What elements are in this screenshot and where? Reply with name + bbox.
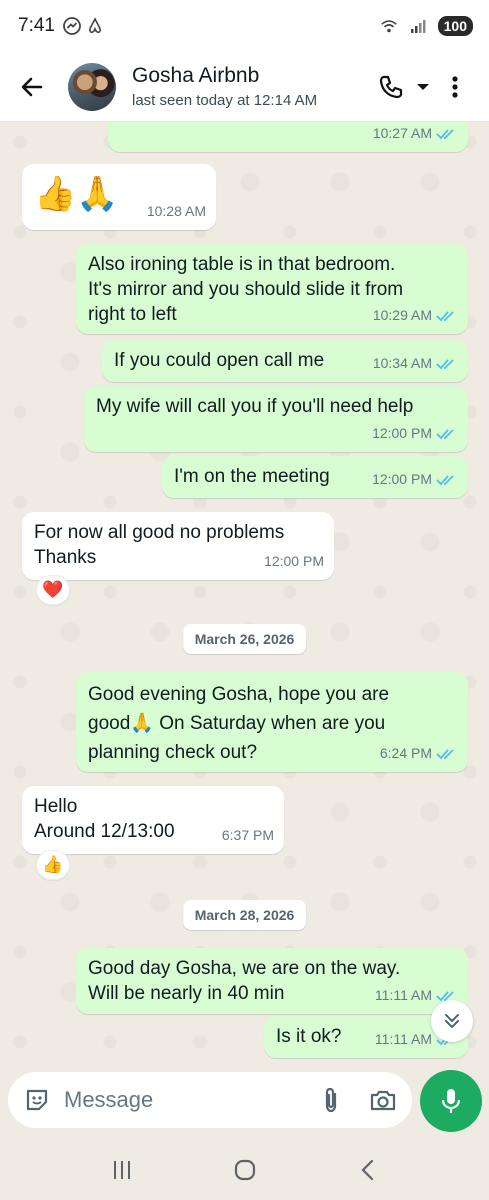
- message-incoming[interactable]: For now all good no problems Thanks 12:0…: [22, 512, 334, 580]
- date-separator: March 26, 2026: [182, 624, 307, 654]
- contact-name: Gosha Airbnb: [132, 63, 260, 87]
- battery-indicator: 100: [437, 16, 473, 36]
- message-outgoing[interactable]: Also ironing table is in that bedroom. I…: [76, 244, 468, 334]
- home-icon: [234, 1159, 255, 1181]
- message-time: 11:11 AM: [374, 987, 432, 1003]
- wifi-icon: [380, 17, 398, 35]
- microphone-icon: [441, 1089, 461, 1113]
- contact-avatar[interactable]: [68, 62, 116, 111]
- message-time: 12:00 PM: [372, 425, 432, 441]
- sticker-icon: [26, 1089, 48, 1111]
- recents-icon: [113, 1161, 130, 1179]
- read-receipt-icon: [436, 127, 458, 141]
- more-vertical-icon: [452, 75, 458, 98]
- status-bar: 7:41 100: [0, 0, 489, 52]
- message-time: 12:00 PM: [264, 553, 324, 569]
- message-text: Hello Around 12/13:00: [34, 796, 175, 842]
- attach-button[interactable]: [316, 1085, 346, 1115]
- message-text: If you could open call me: [114, 350, 325, 371]
- message-reaction[interactable]: 👍: [36, 850, 70, 880]
- system-nav-bar: [0, 1140, 489, 1200]
- read-receipt-icon: [436, 473, 458, 487]
- double-chevron-down-icon: [445, 1014, 459, 1028]
- message-list[interactable]: 10:27 AM 👍🙏 10:28 AM Also ironing table …: [0, 122, 489, 1072]
- message-incoming[interactable]: Hello Around 12/13:00 6:37 PM: [22, 786, 284, 854]
- message-text: Good evening Gosha, hope you are good🙏 O…: [88, 684, 390, 763]
- message-outgoing[interactable]: Good day Gosha, we are on the way. Will …: [76, 948, 468, 1014]
- scroll-to-bottom-button[interactable]: [431, 1000, 473, 1042]
- read-receipt-icon: [436, 427, 458, 441]
- message-text: Is it ok?: [276, 1026, 342, 1047]
- home-button[interactable]: [225, 1150, 265, 1190]
- message-text: 👍🙏: [34, 175, 119, 213]
- date-separator: March 28, 2026: [182, 900, 307, 930]
- status-time: 7:41: [18, 15, 55, 36]
- message-input[interactable]: [64, 1087, 284, 1113]
- read-receipt-icon: [436, 357, 458, 371]
- message-time: 10:27 AM: [372, 125, 432, 141]
- message-text: I'm on the meeting: [174, 466, 330, 487]
- message-time: 6:24 PM: [379, 745, 432, 761]
- arrow-left-icon: [21, 77, 43, 96]
- message-outgoing[interactable]: If you could open call me 10:34 AM: [102, 340, 468, 382]
- message-text: My wife will call you if you'll need hel…: [96, 396, 414, 417]
- message-outgoing[interactable]: 10:27 AM: [108, 122, 468, 152]
- message-text: For now all good no problems Thanks: [34, 522, 285, 568]
- message-text: Good day Gosha, we are on the way. Will …: [88, 958, 401, 1004]
- message-outgoing[interactable]: My wife will call you if you'll need hel…: [84, 386, 468, 452]
- last-seen: last seen today at 12:14 AM: [132, 91, 318, 109]
- call-button[interactable]: [375, 71, 407, 103]
- message-outgoing[interactable]: Good evening Gosha, hope you are good🙏 O…: [76, 672, 468, 772]
- message-time: 10:29 AM: [372, 307, 432, 323]
- signal-icon: [409, 17, 427, 35]
- caret-down-icon: [417, 83, 429, 90]
- sticker-button[interactable]: [22, 1085, 52, 1115]
- messenger-icon: [63, 17, 81, 35]
- message-composer: [8, 1072, 412, 1128]
- airbnb-icon: [86, 17, 104, 35]
- message-time: 10:28 AM: [146, 203, 206, 219]
- chat-header: Gosha Airbnb last seen today at 12:14 AM: [0, 52, 489, 122]
- more-options-button[interactable]: [439, 71, 471, 103]
- message-incoming[interactable]: 👍🙏 10:28 AM: [22, 164, 216, 230]
- phone-icon: [379, 75, 403, 98]
- camera-button[interactable]: [368, 1085, 398, 1115]
- chevron-left-icon: [360, 1159, 373, 1181]
- camera-icon: [370, 1090, 396, 1111]
- message-text: Also ironing table is in that bedroom. I…: [88, 254, 404, 325]
- contact-info[interactable]: Gosha Airbnb last seen today at 12:14 AM: [132, 63, 317, 111]
- message-time: 10:34 AM: [372, 355, 432, 371]
- voice-record-button[interactable]: [420, 1070, 482, 1132]
- recents-button[interactable]: [102, 1150, 142, 1190]
- paperclip-icon: [325, 1087, 337, 1113]
- message-time: 6:37 PM: [221, 827, 274, 843]
- back-button[interactable]: [14, 69, 50, 105]
- read-receipt-icon: [436, 309, 458, 323]
- message-reaction[interactable]: ❤️: [36, 575, 70, 605]
- call-options-dropdown[interactable]: [413, 71, 433, 103]
- read-receipt-icon: [436, 747, 458, 761]
- message-time: 11:11 AM: [374, 1031, 432, 1047]
- message-time: 12:00 PM: [372, 471, 432, 487]
- back-nav-button[interactable]: [348, 1150, 388, 1190]
- message-outgoing[interactable]: I'm on the meeting 12:00 PM: [162, 456, 468, 498]
